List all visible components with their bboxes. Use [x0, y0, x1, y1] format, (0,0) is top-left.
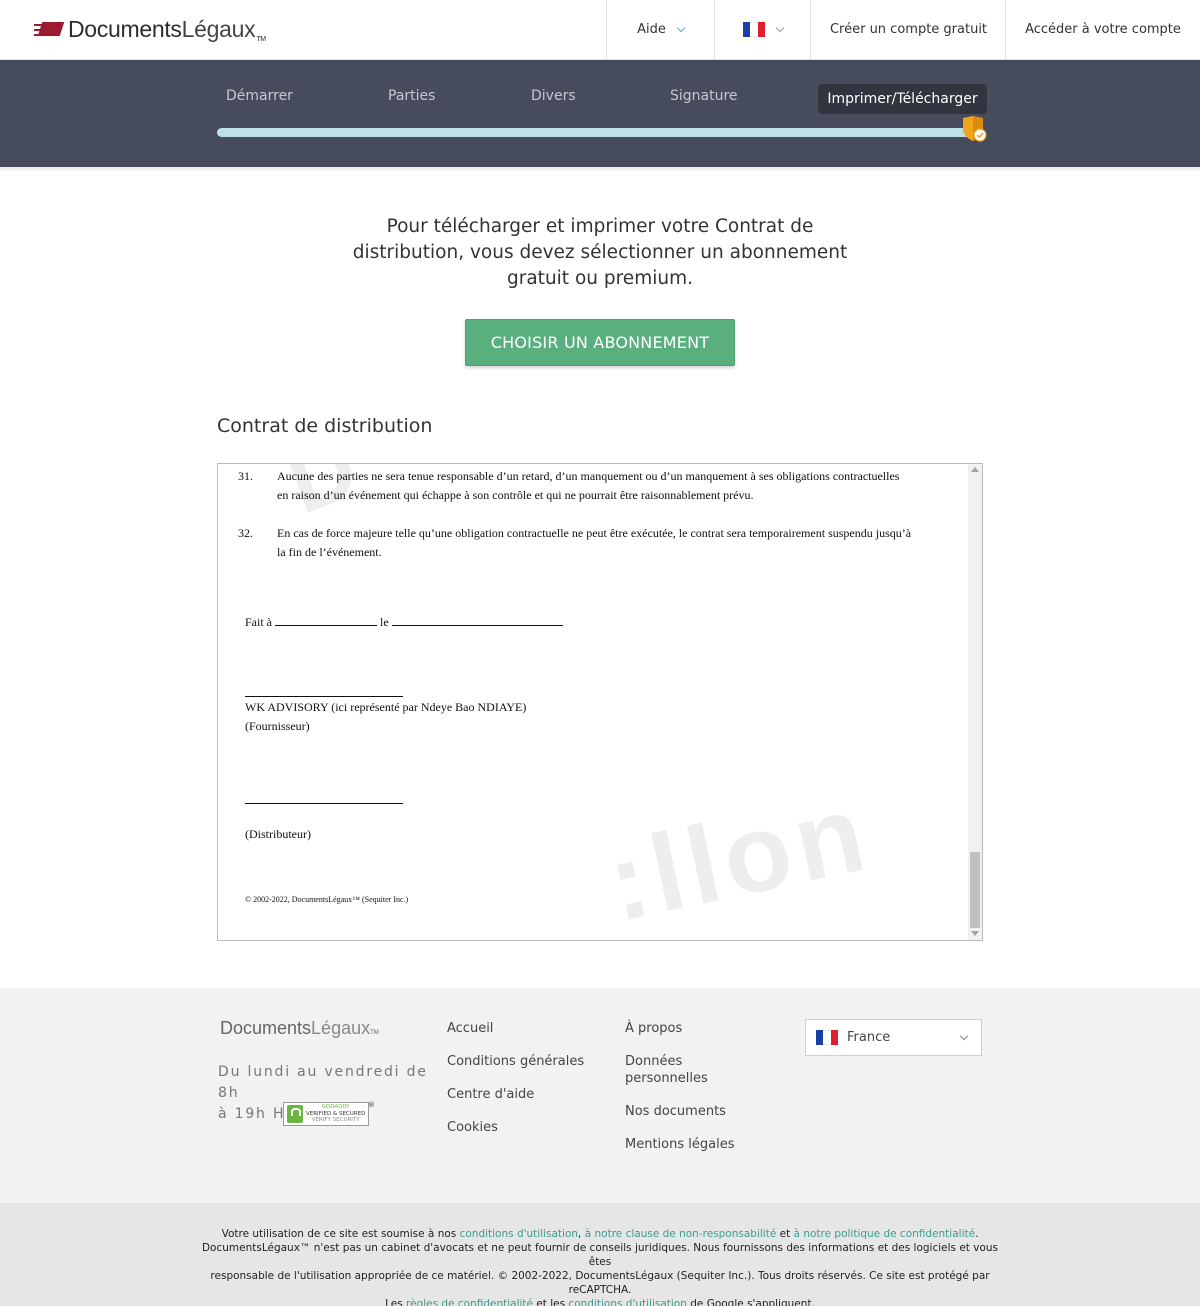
clause-text: Aucune des parties ne sera tenue respons… [277, 469, 900, 483]
clause-number: 31. [238, 469, 253, 483]
footer-link-home[interactable]: Accueil [447, 1020, 493, 1037]
login-link[interactable]: Accéder à votre compte [1005, 0, 1200, 59]
scroll-down-icon[interactable] [971, 931, 979, 936]
footer-link-help-center[interactable]: Centre d'aide [447, 1086, 534, 1103]
le-label: le [380, 615, 389, 629]
link-line: personnelles [625, 1071, 708, 1086]
lock-icon [287, 1105, 303, 1123]
legal-line: DocumentsLégaux™ n'est pas un cabinet d'… [201, 1242, 999, 1268]
blank-line [391, 614, 563, 626]
logo-flag-icon [34, 20, 65, 38]
step-parties[interactable]: Parties [388, 88, 435, 104]
terms-of-use-link[interactable]: conditions d'utilisation [460, 1228, 578, 1240]
footer-logo[interactable]: DocumentsLégauxTM [220, 1018, 379, 1039]
link-line: Données [625, 1054, 683, 1069]
site-logo[interactable]: DocumentsLégauxTM [34, 14, 266, 44]
legal-line: responsable de l'utilisation appropriée … [210, 1270, 990, 1296]
google-terms-link[interactable]: conditions d'utilisation [568, 1298, 686, 1306]
chevron-down-icon [959, 1031, 969, 1041]
footer-link-terms[interactable]: Conditions générales [447, 1053, 584, 1070]
footer-link-our-documents[interactable]: Nos documents [625, 1103, 726, 1120]
privacy-policy-link[interactable]: à notre politique de confidentialité [794, 1228, 976, 1240]
disclaimer-link[interactable]: à notre clause de non-responsabilité [585, 1228, 777, 1240]
step-print-download[interactable]: Imprimer/Télécharger [818, 84, 987, 114]
signature-place-date: Fait à le [245, 614, 563, 630]
registered-icon: ® [368, 1101, 375, 1109]
scrollbar-thumb[interactable] [970, 852, 980, 928]
subscription-prompt: Pour télécharger et imprimer votre Contr… [340, 214, 860, 292]
chevron-down-icon [676, 23, 686, 32]
document-scrollbar[interactable] [968, 464, 982, 940]
document-copyright: © 2002-2022, DocumentsLégaux™ (Sequiter … [245, 895, 409, 904]
band-shadow [0, 167, 1200, 172]
footer-link-cookies[interactable]: Cookies [447, 1119, 498, 1136]
scroll-up-icon[interactable] [971, 467, 979, 472]
france-flag-icon [743, 22, 765, 37]
document-page: D :llon 31. Aucune des parties ne sera t… [218, 464, 968, 940]
fait-a-label: Fait à [245, 615, 272, 629]
intro-line: gratuit ou premium. [507, 268, 693, 289]
footer [0, 988, 1200, 1203]
distributor-role: (Distributeur) [245, 827, 311, 841]
intro-line: Pour télécharger et imprimer votre Contr… [386, 216, 814, 237]
godaddy-badge[interactable]: GODADDY VERIFIED & SECURED VERIFY SECURI… [283, 1102, 369, 1126]
language-menu[interactable] [714, 0, 811, 59]
choose-subscription-button[interactable]: CHOISIR UN ABONNEMENT [465, 319, 735, 366]
help-label: Aide [637, 22, 666, 37]
chevron-down-icon [775, 23, 785, 32]
footer-link-about[interactable]: À propos [625, 1020, 682, 1037]
clause-number: 32. [238, 526, 253, 540]
google-privacy-link[interactable]: règles de confidentialité [406, 1298, 533, 1306]
step-start[interactable]: Démarrer [226, 88, 293, 104]
legal-line: Votre utilisation de ce site est soumise… [221, 1228, 979, 1240]
footer-link-legal-notice[interactable]: Mentions légales [625, 1136, 734, 1153]
progress-bar [217, 128, 977, 137]
blank-line [275, 614, 377, 626]
legal-line: Les règles de confidentialité et les con… [200, 1297, 1000, 1306]
create-account-label: Créer un compte gratuit [829, 22, 988, 37]
france-flag-icon [816, 1030, 838, 1045]
document-preview[interactable]: D :llon 31. Aucune des parties ne sera t… [217, 463, 983, 941]
login-label: Accéder à votre compte [1025, 22, 1181, 37]
step-divers[interactable]: Divers [531, 88, 576, 104]
footer-link-personal-data[interactable]: Données personnelles [625, 1053, 708, 1087]
clause-text: En cas de force majeure telle qu’une obl… [277, 526, 912, 540]
country-select[interactable]: France [805, 1019, 982, 1056]
watermark: :llon [598, 770, 881, 941]
clause-text: la fin de l’événement. [277, 545, 382, 559]
country-value: France [847, 1030, 891, 1045]
document-title: Contrat de distribution [217, 415, 433, 437]
help-menu[interactable]: Aide [606, 0, 714, 59]
create-account-link[interactable]: Créer un compte gratuit [810, 0, 1006, 59]
supplier-name: WK ADVISORY (ici représenté par Ndeye Ba… [245, 700, 527, 714]
top-header: DocumentsLégauxTM Aide Créer un compte g… [0, 0, 1200, 60]
logo-text: DocumentsLégauxTM [68, 15, 266, 43]
supplier-signature-line [245, 696, 403, 697]
intro-line: distribution, vous devez sélectionner un… [352, 242, 848, 263]
distributor-signature-line [245, 803, 403, 804]
shield-check-icon [963, 116, 987, 142]
badge-text: VERIFY SECURITY [311, 1117, 360, 1124]
supplier-role: (Fournisseur) [245, 719, 310, 733]
progress-band [0, 60, 1200, 167]
clause-text: en raison d’un événement qui échappe à s… [277, 488, 754, 502]
hours-line: Du lundi au vendredi de 8h [218, 1064, 428, 1101]
legal-notice: Votre utilisation de ce site est soumise… [200, 1227, 1000, 1306]
step-signature[interactable]: Signature [670, 88, 738, 104]
